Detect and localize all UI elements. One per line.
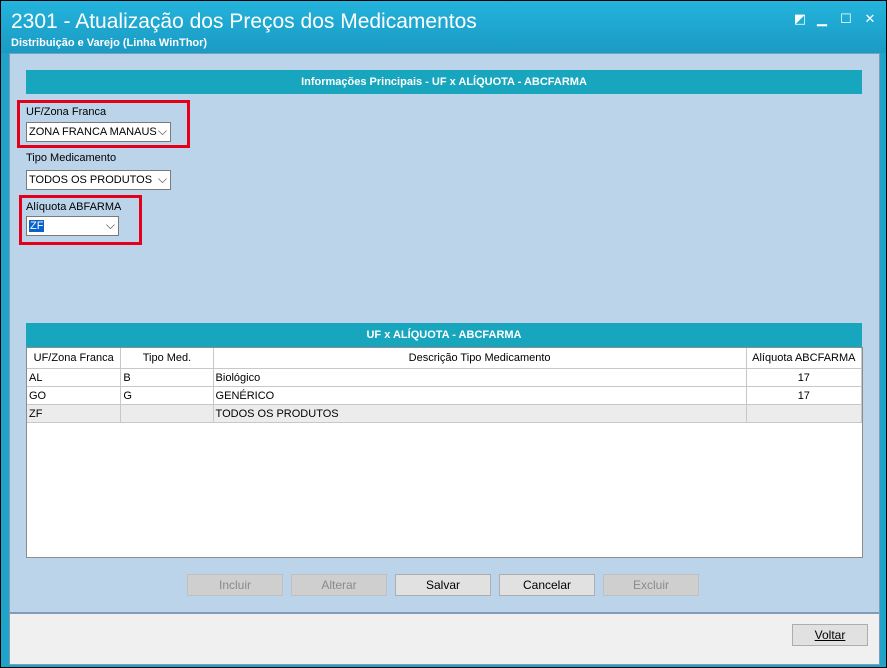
bottom-bar: Voltar [9, 613, 880, 665]
uf-highlight [17, 100, 190, 148]
minimize-icon[interactable]: ▁ [815, 12, 829, 26]
column-header[interactable]: Descrição Tipo Medicamento [213, 348, 747, 369]
table-header-row: UF/Zona Franca Tipo Med. Descrição Tipo … [27, 348, 863, 369]
chevron-down-icon[interactable]: ⌵ [158, 172, 167, 187]
aliquota-highlight [19, 195, 142, 245]
tipo-value: TODOS OS PRODUTOS [29, 174, 153, 186]
cancelar-button[interactable]: Cancelar [499, 574, 595, 596]
table-cell: AL [27, 368, 122, 387]
table-cell [746, 404, 863, 423]
maximize-icon[interactable]: ☐ [839, 12, 853, 26]
incluir-button[interactable]: Incluir [187, 574, 283, 596]
table-cell: 17 [746, 368, 863, 387]
column-header[interactable]: Tipo Med. [120, 348, 214, 369]
table-row[interactable]: ZF TODOS OS PRODUTOS [27, 404, 863, 423]
window-title: 2301 - Atualização dos Preços dos Medica… [11, 10, 477, 33]
main-panel: Informações Principais - UF x ALÍQUOTA -… [9, 53, 880, 613]
table-cell: 17 [746, 386, 863, 405]
salvar-button[interactable]: Salvar [395, 574, 491, 596]
excluir-button[interactable]: Excluir [603, 574, 699, 596]
table-cell: TODOS OS PRODUTOS [213, 404, 747, 423]
table-cell: ZF [27, 404, 122, 423]
aliquota-table: UF/Zona Franca Tipo Med. Descrição Tipo … [27, 348, 863, 423]
table-cell: GENÉRICO [213, 386, 747, 405]
title-bar: 2301 - Atualização dos Preços dos Medica… [1, 1, 886, 53]
table-cell: GO [27, 386, 122, 405]
tipo-combobox[interactable]: TODOS OS PRODUTOS ⌵ [26, 170, 171, 190]
table-cell: B [120, 368, 214, 387]
edit-window-icon[interactable]: ◩ [793, 12, 807, 26]
table-row[interactable]: AL B Biológico 17 [27, 368, 863, 387]
voltar-button[interactable]: Voltar [792, 624, 868, 646]
table-cell: G [120, 386, 214, 405]
aliquota-grid[interactable]: UF/Zona Franca Tipo Med. Descrição Tipo … [26, 347, 863, 558]
app-window: 2301 - Atualização dos Preços dos Medica… [0, 0, 887, 668]
window-subtitle: Distribuição e Varejo (Linha WinThor) [11, 37, 208, 49]
table-row[interactable]: GO G GENÉRICO 17 [27, 386, 863, 405]
grid-header: UF x ALÍQUOTA - ABCFARMA [26, 323, 862, 347]
close-icon[interactable]: ✕ [863, 12, 877, 26]
table-cell: Biológico [213, 368, 747, 387]
alterar-button[interactable]: Alterar [291, 574, 387, 596]
column-header[interactable]: Alíquota ABCFARMA [746, 348, 863, 369]
column-header[interactable]: UF/Zona Franca [27, 348, 122, 369]
tipo-label: Tipo Medicamento [26, 152, 117, 164]
table-cell [120, 404, 214, 423]
main-info-header: Informações Principais - UF x ALÍQUOTA -… [26, 70, 862, 94]
